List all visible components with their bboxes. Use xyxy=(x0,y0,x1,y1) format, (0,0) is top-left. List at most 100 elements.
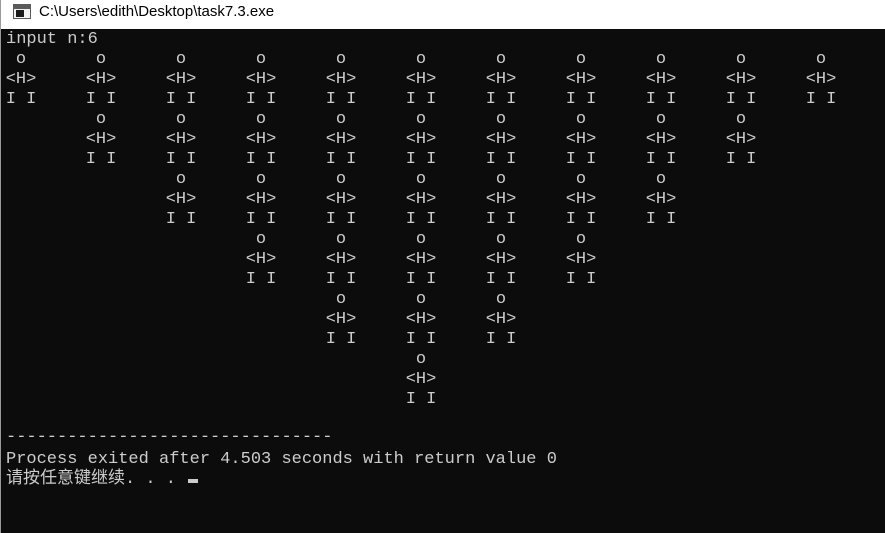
figure-legs: I I xyxy=(85,90,117,109)
figure-body: <H> xyxy=(485,250,517,269)
figure-body: <H> xyxy=(405,130,437,149)
text-cursor xyxy=(188,479,199,483)
figure-legs: I I xyxy=(325,150,357,169)
figure-head: o xyxy=(415,230,427,249)
figure-body: <H> xyxy=(565,70,597,89)
figure-head: o xyxy=(15,50,27,69)
figure-head: o xyxy=(575,230,587,249)
stick-figure: o <H> I I xyxy=(161,50,201,110)
figure-legs: I I xyxy=(165,150,197,169)
window-title: C:\Users\edith\Desktop\task7.3.exe xyxy=(39,3,275,20)
figure-legs: I I xyxy=(325,210,357,229)
figure-body: <H> xyxy=(85,130,117,149)
figure-legs: I I xyxy=(485,90,517,109)
figure-body: <H> xyxy=(405,250,437,269)
figure-head: o xyxy=(415,350,427,369)
stick-figure: o <H> I I xyxy=(721,50,761,110)
figure-legs: I I xyxy=(165,210,197,229)
figure-head: o xyxy=(415,110,427,129)
figure-legs: I I xyxy=(645,90,677,109)
stick-figure: o <H> I I xyxy=(321,50,361,110)
figure-body: <H> xyxy=(725,70,757,89)
figure-body: <H> xyxy=(645,130,677,149)
stick-figure: o <H> I I xyxy=(321,230,361,290)
figure-body: <H> xyxy=(485,310,517,329)
figure-legs: I I xyxy=(245,270,277,289)
figure-body: <H> xyxy=(565,250,597,269)
figure-head: o xyxy=(175,170,187,189)
stick-figure: o <H> I I xyxy=(161,170,201,230)
separator-line: -------------------------------- xyxy=(6,428,333,447)
figure-head: o xyxy=(735,50,747,69)
figure-legs: I I xyxy=(405,330,437,349)
press-any-key-line: 请按任意键继续. . . xyxy=(6,470,199,490)
figure-legs: I I xyxy=(725,150,757,169)
figure-legs: I I xyxy=(565,210,597,229)
stick-figure: o <H> I I xyxy=(81,50,121,110)
figure-body: <H> xyxy=(645,190,677,209)
stick-figure: o <H> I I xyxy=(561,230,601,290)
figure-head: o xyxy=(175,50,187,69)
figure-head: o xyxy=(95,50,107,69)
stick-figure: o <H> I I xyxy=(241,110,281,170)
figure-body: <H> xyxy=(485,70,517,89)
figure-body: <H> xyxy=(325,70,357,89)
figure-head: o xyxy=(575,50,587,69)
figure-body: <H> xyxy=(245,250,277,269)
figure-body: <H> xyxy=(405,190,437,209)
figure-legs: I I xyxy=(485,210,517,229)
stick-figure: o <H> I I xyxy=(81,110,121,170)
figure-body: <H> xyxy=(405,70,437,89)
figure-head: o xyxy=(335,50,347,69)
figure-body: <H> xyxy=(325,130,357,149)
figure-legs: I I xyxy=(565,270,597,289)
figure-body: <H> xyxy=(165,190,197,209)
figure-legs: I I xyxy=(405,210,437,229)
stick-figure: o <H> I I xyxy=(801,50,841,110)
figure-body: <H> xyxy=(245,190,277,209)
figure-body: <H> xyxy=(405,370,437,389)
stick-figure: o <H> I I xyxy=(561,170,601,230)
figure-legs: I I xyxy=(85,150,117,169)
figure-head: o xyxy=(655,50,667,69)
console-output[interactable]: input n:6 o <H> I Io <H> I Io <H> I Io <H> I Io <… xyxy=(1,29,885,533)
figure-body: <H> xyxy=(805,70,837,89)
figure-head: o xyxy=(175,110,187,129)
figure-head: o xyxy=(255,110,267,129)
figure-legs: I I xyxy=(405,150,437,169)
figure-body: <H> xyxy=(325,250,357,269)
figure-legs: I I xyxy=(245,210,277,229)
stick-figure: o <H> I I xyxy=(321,170,361,230)
figure-head: o xyxy=(335,290,347,309)
figure-head: o xyxy=(815,50,827,69)
figure-head: o xyxy=(655,110,667,129)
stick-figure: o <H> I I xyxy=(401,230,441,290)
figure-legs: I I xyxy=(325,330,357,349)
figure-legs: I I xyxy=(325,270,357,289)
stick-figure: o <H> I I xyxy=(241,230,281,290)
press-any-key-text: 请按任意键继续. . . xyxy=(6,470,187,489)
figure-body: <H> xyxy=(485,130,517,149)
figure-body: <H> xyxy=(245,130,277,149)
stick-figure: o <H> I I xyxy=(401,50,441,110)
figure-head: o xyxy=(415,170,427,189)
figure-legs: I I xyxy=(645,210,677,229)
title-bar[interactable]: C:\Users\edith\Desktop\task7.3.exe xyxy=(1,0,885,29)
figure-legs: I I xyxy=(5,90,37,109)
stick-figure: o <H> I I xyxy=(481,50,521,110)
stick-figure: o <H> I I xyxy=(641,110,681,170)
input-prompt-line: input n:6 xyxy=(6,30,98,49)
figure-legs: I I xyxy=(405,270,437,289)
stick-figure: o <H> I I xyxy=(401,290,441,350)
figure-body: <H> xyxy=(565,130,597,149)
stick-figure: o <H> I I xyxy=(401,170,441,230)
figure-legs: I I xyxy=(565,90,597,109)
figure-legs: I I xyxy=(405,90,437,109)
stick-figure: o <H> I I xyxy=(481,110,521,170)
stick-figure: o <H> I I xyxy=(481,290,521,350)
figure-legs: I I xyxy=(485,150,517,169)
figure-legs: I I xyxy=(245,150,277,169)
figure-head: o xyxy=(495,50,507,69)
stick-figure: o <H> I I xyxy=(161,110,201,170)
stick-figure: o <H> I I xyxy=(321,290,361,350)
